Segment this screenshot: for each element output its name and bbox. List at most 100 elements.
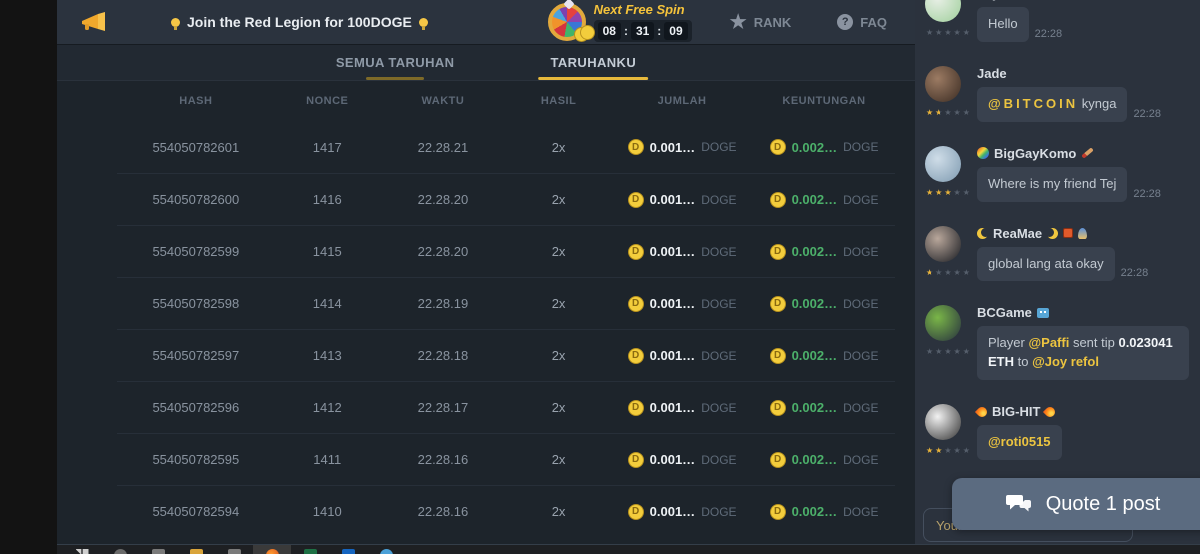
avatar[interactable] xyxy=(925,305,961,341)
taskbar-circle-icon[interactable] xyxy=(101,545,139,554)
chat-bubble-row: Where is my friend Tej 22:28 xyxy=(977,167,1190,202)
taskbar-excel-icon[interactable] xyxy=(291,545,329,554)
main-panel: Join the Red Legion for 100DOGE Next Fre… xyxy=(57,0,915,554)
nonce-value: 1415 xyxy=(275,244,380,259)
gray-icon xyxy=(228,549,241,554)
message-segment: Where is my friend Tej xyxy=(988,176,1116,191)
announcement-banner[interactable]: Join the Red Legion for 100DOGE xyxy=(171,14,428,30)
star-icon: ★ xyxy=(963,347,972,356)
star-icon: ★ xyxy=(944,268,953,277)
hash-value: 554050782598 xyxy=(117,296,275,311)
doge-coin-icon xyxy=(628,192,644,208)
jumlah-cell: 0.001… DOGE xyxy=(611,348,753,364)
star-icon: ★ xyxy=(926,108,935,117)
taskbar-firefox-icon[interactable] xyxy=(253,545,291,554)
top-bar: Join the Red Legion for 100DOGE Next Fre… xyxy=(57,0,915,45)
quote-post-label: Quote 1 post xyxy=(1046,493,1161,516)
table-row: 554050782597 1413 22.28.18 2x 0.001… DOG… xyxy=(117,329,895,381)
tab-taruhanku[interactable]: TARUHANKU xyxy=(550,45,636,80)
hasil-value: 2x xyxy=(506,296,611,311)
keuntungan-cell: 0.002… DOGE xyxy=(753,452,895,468)
doge-coin-icon xyxy=(770,244,786,260)
nonce-value: 1410 xyxy=(275,504,380,519)
rank-button[interactable]: ★ RANK xyxy=(730,13,792,32)
taskbar-windows-icon[interactable] xyxy=(63,545,101,554)
chat-username[interactable]: ReaMae xyxy=(977,226,1190,241)
username-text: BCGame xyxy=(977,305,1032,320)
star-icon: ★ xyxy=(935,188,944,197)
chat-bubble: @BITCOIN kynga xyxy=(977,87,1127,122)
windows-taskbar[interactable] xyxy=(57,544,1200,554)
taskbar-gray-icon[interactable] xyxy=(215,545,253,554)
taskbar-folder-icon[interactable] xyxy=(177,545,215,554)
chat-timestamp: 22:28 xyxy=(1133,108,1161,122)
username-text: ReaMae xyxy=(993,226,1042,241)
chat-username[interactable]: Jade xyxy=(977,66,1190,81)
bets-tabstrip: SEMUA TARUHAN TARUHANKU xyxy=(57,45,915,81)
doge-coin-icon xyxy=(770,400,786,416)
chat-username[interactable]: BigGayKomo xyxy=(977,146,1190,161)
spin-wheel-icon xyxy=(548,3,586,41)
jumlah-currency: DOGE xyxy=(701,245,736,259)
avatar[interactable] xyxy=(925,226,961,262)
table-row: 554050782595 1411 22.28.16 2x 0.001… DOG… xyxy=(117,433,895,485)
chat-username[interactable]: Joy refol xyxy=(977,0,1190,1)
doge-coin-icon xyxy=(770,296,786,312)
keuntungan-amount: 0.002… xyxy=(792,504,838,519)
table-header-row: HASH NONCE WAKTU HASIL JUMLAH KEUNTUNGAN xyxy=(117,81,895,121)
avatar[interactable] xyxy=(925,0,961,22)
table-row: 554050782600 1416 22.28.20 2x 0.001… DOG… xyxy=(117,173,895,225)
hasil-value: 2x xyxy=(506,452,611,467)
header-hasil: HASIL xyxy=(506,95,611,107)
skype-icon xyxy=(380,549,393,554)
taskbar-skype-icon[interactable] xyxy=(367,545,405,554)
keuntungan-amount: 0.002… xyxy=(792,452,838,467)
star-icon: ★ xyxy=(944,347,953,356)
circle-icon xyxy=(114,549,127,554)
robot-icon xyxy=(1037,308,1049,318)
message-segment: global lang ata okay xyxy=(988,256,1104,271)
avatar[interactable] xyxy=(925,404,961,440)
keuntungan-currency: DOGE xyxy=(843,505,878,519)
star-icon: ★ xyxy=(954,268,963,277)
star-icon: ★ xyxy=(935,268,944,277)
faq-button[interactable]: ? FAQ xyxy=(837,14,887,30)
star-icon: ★ xyxy=(963,446,972,455)
free-spin-widget[interactable]: Next Free Spin 08 : 31 : 09 xyxy=(548,2,692,42)
table-row: 554050782596 1412 22.28.17 2x 0.001… DOG… xyxy=(117,381,895,433)
doge-coin-icon xyxy=(770,192,786,208)
folder-icon xyxy=(190,549,203,554)
quote-post-button[interactable]: Quote 1 post xyxy=(952,478,1200,530)
taskbar-gray-icon[interactable] xyxy=(139,545,177,554)
bulb-icon xyxy=(171,18,180,27)
free-spin-title: Next Free Spin xyxy=(594,2,692,17)
jumlah-amount: 0.001… xyxy=(650,348,696,363)
tab-semua-taruhan[interactable]: SEMUA TARUHAN xyxy=(336,45,455,80)
gray-icon xyxy=(152,549,165,554)
chat-username[interactable]: BCGame xyxy=(977,305,1190,320)
keuntungan-cell: 0.002… DOGE xyxy=(753,504,895,520)
rainbow-icon xyxy=(977,147,989,159)
waktu-value: 22.28.21 xyxy=(380,140,506,155)
star-icon: ★ xyxy=(944,188,953,197)
keuntungan-amount: 0.002… xyxy=(792,140,838,155)
keuntungan-currency: DOGE xyxy=(843,349,878,363)
taskbar-outlook-icon[interactable] xyxy=(329,545,367,554)
nonce-value: 1417 xyxy=(275,140,380,155)
chat-message: ★★★★★ Jade @BITCOIN kynga 22:28 xyxy=(925,66,1190,122)
chat-username[interactable]: BIG-HIT xyxy=(977,404,1190,419)
jumlah-cell: 0.001… DOGE xyxy=(611,504,753,520)
table-row: 554050782594 1410 22.28.16 2x 0.001… DOG… xyxy=(117,485,895,537)
chat-message: ★★★★★ BIG-HIT @roti0515 xyxy=(925,404,1190,460)
star-icon: ★ xyxy=(926,347,935,356)
avatar[interactable] xyxy=(925,66,961,102)
left-black-rail xyxy=(0,0,57,554)
avatar[interactable] xyxy=(925,146,961,182)
jumlah-currency: DOGE xyxy=(701,349,736,363)
chat-timestamp: 22:28 xyxy=(1133,188,1161,202)
jumlah-currency: DOGE xyxy=(701,193,736,207)
doge-coin-icon xyxy=(770,504,786,520)
rank-label: RANK xyxy=(754,15,792,30)
timer-hours: 08 xyxy=(598,22,621,40)
faq-question-icon: ? xyxy=(837,14,853,30)
